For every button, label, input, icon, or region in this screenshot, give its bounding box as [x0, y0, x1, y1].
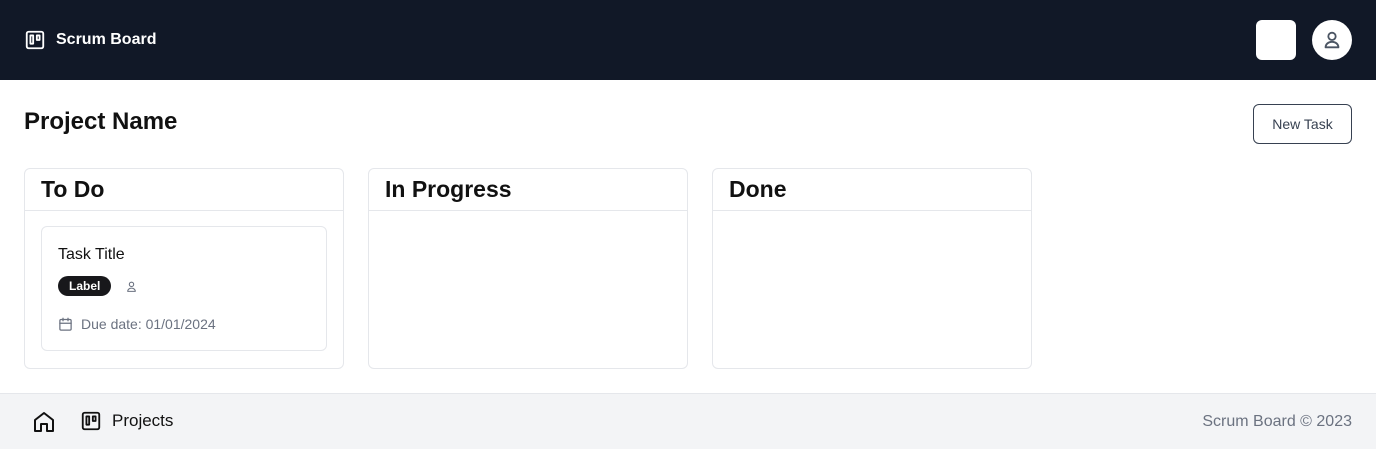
column-to-do: To Do Task Title Label Due date: 01/01/2…: [24, 168, 344, 369]
projects-link[interactable]: Projects: [80, 410, 173, 432]
column-done: Done: [712, 168, 1032, 369]
header-action-button[interactable]: [1256, 20, 1296, 60]
task-card[interactable]: Task Title Label Due date: 01/01/2024: [41, 226, 327, 351]
board-icon: [24, 29, 46, 51]
top-navbar: Scrum Board: [0, 0, 1376, 80]
column-header: In Progress: [369, 169, 687, 211]
home-icon[interactable]: [32, 410, 56, 434]
column-title: In Progress: [385, 176, 512, 202]
user-avatar-button[interactable]: [1312, 20, 1352, 60]
task-label-badge[interactable]: Label: [58, 276, 112, 296]
user-icon: [1321, 29, 1343, 51]
calendar-icon: [58, 317, 73, 332]
new-task-button[interactable]: New Task: [1253, 104, 1352, 144]
task-meta: Label: [58, 276, 138, 296]
brand-name: Scrum Board: [56, 31, 157, 48]
brand[interactable]: Scrum Board: [24, 0, 156, 80]
due-date-text: Due date: 01/01/2024: [81, 316, 216, 332]
column-title: Done: [729, 176, 787, 202]
column-title: To Do: [41, 176, 105, 202]
copyright-text: Scrum Board © 2023: [1202, 413, 1352, 430]
board-icon: [80, 410, 102, 432]
user-icon: [125, 280, 138, 293]
column-header: To Do: [25, 169, 343, 211]
projects-label: Projects: [112, 411, 174, 430]
column-in-progress: In Progress: [368, 168, 688, 369]
task-title: Task Title: [58, 246, 125, 263]
footer: Projects Scrum Board © 2023: [0, 393, 1376, 449]
column-header: Done: [713, 169, 1031, 211]
task-due-date: Due date: 01/01/2024: [58, 316, 216, 332]
page-title: Project Name: [24, 108, 178, 135]
